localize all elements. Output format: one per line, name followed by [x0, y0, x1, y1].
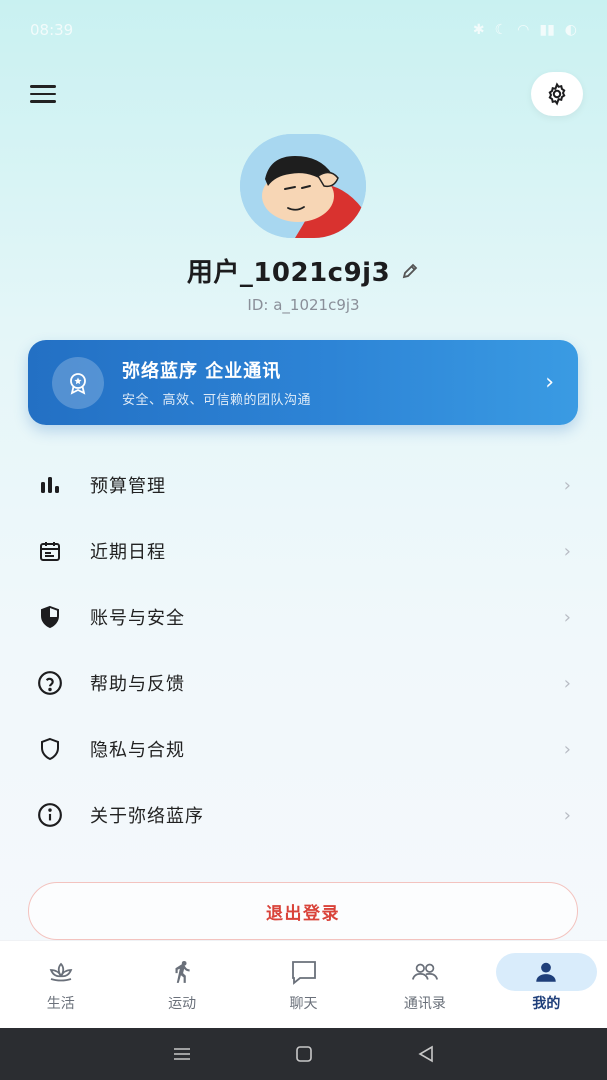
tab-label: 通讯录 [403, 995, 446, 1012]
enterprise-card-title: 弥络蓝序 企业通讯 [122, 361, 282, 382]
security-shield-icon [36, 603, 64, 631]
username-row: 用户_1021c9j3 [0, 252, 607, 289]
lotus-icon [46, 957, 76, 987]
menu-label: 近期日程 [90, 542, 166, 563]
tab-label: 生活 [46, 995, 75, 1012]
tab-life[interactable]: 生活 [0, 941, 121, 1028]
menu-item-privacy[interactable]: 隐私与合规 › [0, 716, 607, 782]
battery-icon: ◐ [564, 22, 577, 38]
moon-icon: ☾ [494, 22, 508, 38]
menu-item-budget[interactable]: 预算管理 › [0, 452, 607, 518]
chevron-right-icon: › [563, 804, 571, 826]
bluetooth-icon: ✱ [472, 22, 485, 38]
status-bar: 08:39 ✱ ☾ ◠ ▮▮ ◐ [0, 0, 607, 60]
settings-button[interactable] [531, 72, 583, 116]
user-id: ID: a_1021c9j3 [247, 296, 360, 314]
tab-contacts[interactable]: 通讯录 [364, 941, 485, 1028]
tab-label: 聊天 [289, 995, 318, 1012]
tab-mine[interactable]: 我的 [486, 941, 607, 1028]
bar-chart-icon [36, 471, 64, 499]
menu-label: 关于弥络蓝序 [90, 806, 204, 827]
tab-sports[interactable]: 运动 [121, 941, 242, 1028]
edit-pencil-icon[interactable] [400, 261, 420, 281]
chevron-right-icon: › [545, 370, 554, 395]
menu-label: 账号与安全 [90, 608, 185, 629]
signal-icon: ▮▮ [539, 22, 555, 38]
tab-label: 运动 [168, 995, 197, 1012]
tab-label: 我的 [532, 995, 561, 1012]
chevron-right-icon: › [563, 474, 571, 496]
chevron-right-icon: › [563, 606, 571, 628]
system-nav-bar [0, 1028, 607, 1080]
info-circle-icon [36, 801, 64, 829]
contacts-icon [410, 957, 440, 987]
chevron-right-icon: › [563, 672, 571, 694]
chevron-right-icon: › [563, 540, 571, 562]
help-circle-icon [36, 669, 64, 697]
running-icon [167, 957, 197, 987]
status-time: 08:39 [30, 21, 74, 39]
chat-bubble-icon [289, 957, 319, 987]
enterprise-card-subtitle: 安全、高效、可信赖的团队沟通 [122, 393, 312, 408]
menu-label: 隐私与合规 [90, 740, 185, 761]
recent-apps-icon[interactable] [172, 1046, 192, 1062]
hamburger-menu-icon[interactable] [30, 80, 62, 108]
tab-chat[interactable]: 聊天 [243, 941, 364, 1028]
avatar[interactable] [240, 134, 366, 238]
medal-icon [52, 356, 104, 409]
back-icon[interactable] [417, 1045, 435, 1063]
chevron-right-icon: › [563, 738, 571, 760]
settings-menu-list: 预算管理 › 近期日程 › 账号与安全 › 帮助与反馈 › 隐私与合规 › 关于… [0, 452, 607, 848]
home-icon[interactable] [295, 1045, 313, 1063]
menu-label: 预算管理 [90, 476, 166, 497]
menu-item-account-security[interactable]: 账号与安全 › [0, 584, 607, 650]
logout-button[interactable]: 退出登录 [28, 882, 578, 940]
shield-outline-icon [36, 735, 64, 763]
menu-item-schedule[interactable]: 近期日程 › [0, 518, 607, 584]
calendar-icon [36, 537, 64, 565]
enterprise-card[interactable]: 弥络蓝序 企业通讯 安全、高效、可信赖的团队沟通 › [28, 340, 578, 425]
gear-icon [548, 82, 566, 106]
menu-label: 帮助与反馈 [90, 674, 185, 695]
person-icon [531, 957, 561, 987]
wifi-icon: ◠ [517, 22, 530, 38]
username: 用户_1021c9j3 [186, 258, 391, 288]
menu-item-about[interactable]: 关于弥络蓝序 › [0, 782, 607, 848]
menu-item-help-feedback[interactable]: 帮助与反馈 › [0, 650, 607, 716]
status-icons: ✱ ☾ ◠ ▮▮ ◐ [473, 22, 577, 38]
bottom-tab-bar: 生活 运动 聊天 通讯录 我的 [0, 940, 607, 1028]
